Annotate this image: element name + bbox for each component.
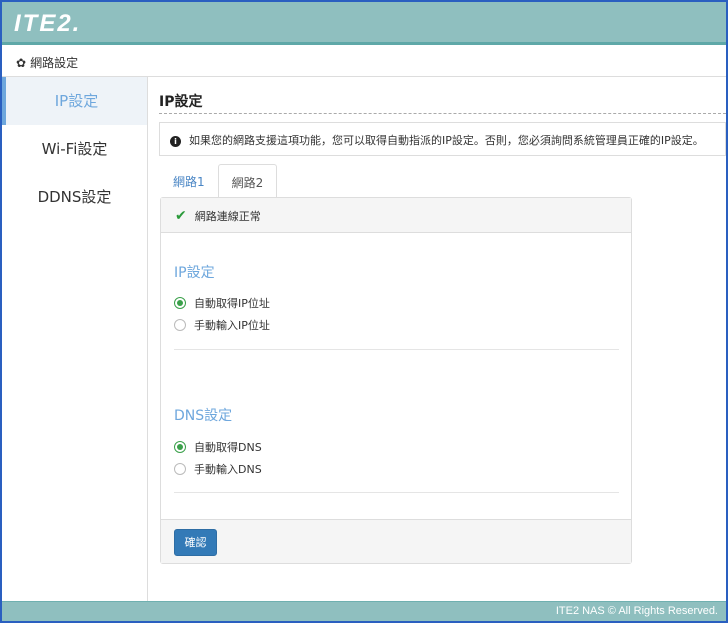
- tab-network-2[interactable]: 網路2: [217, 164, 278, 198]
- confirm-button[interactable]: 確認: [174, 529, 217, 556]
- footer: ITE2 NAS © All Rights Reserved.: [2, 601, 726, 621]
- tab-network-1[interactable]: 網路1: [160, 164, 218, 198]
- radio-ip-manual[interactable]: 手動輸入IP位址: [174, 317, 270, 333]
- radio-label: 自動取得DNS: [194, 441, 262, 454]
- radio-dns-auto[interactable]: 自動取得DNS: [174, 439, 262, 455]
- divider: [159, 113, 726, 114]
- radio-icon[interactable]: [174, 319, 186, 331]
- radio-icon[interactable]: [174, 297, 186, 309]
- network-panel: ✔ 網路連線正常 IP設定 自動取得IP位址 手動輸入IP位址 DNS設定 自動取…: [160, 197, 632, 564]
- info-text: 如果您的網路支援這項功能，您可以取得自動指派的IP設定。否則，您必須詢問系統管理…: [189, 134, 704, 147]
- info-box: i 如果您的網路支援這項功能，您可以取得自動指派的IP設定。否則，您必須詢問系統管…: [159, 122, 726, 156]
- radio-icon[interactable]: [174, 463, 186, 475]
- status-bar: ✔ 網路連線正常: [161, 198, 631, 233]
- dns-section-title: DNS設定: [174, 408, 233, 424]
- sidebar: IP設定 Wi-Fi設定 DDNS設定: [2, 77, 148, 603]
- info-icon: i: [170, 136, 181, 147]
- breadcrumb-label: 網路設定: [30, 56, 79, 70]
- radio-ip-auto[interactable]: 自動取得IP位址: [174, 295, 270, 311]
- radio-label: 自動取得IP位址: [194, 297, 270, 310]
- divider: [174, 492, 619, 493]
- check-icon: ✔: [175, 208, 187, 224]
- radio-icon[interactable]: [174, 441, 186, 453]
- panel-footer: 確認: [161, 519, 631, 563]
- status-text: 網路連線正常: [194, 210, 261, 223]
- divider: [174, 349, 619, 350]
- sidebar-item-wifi[interactable]: Wi-Fi設定: [2, 125, 147, 173]
- breadcrumb: ✿ 網路設定: [2, 46, 726, 77]
- radio-label: 手動輸入IP位址: [194, 319, 270, 332]
- logo: ITE2.: [14, 10, 82, 37]
- ip-section-title: IP設定: [174, 265, 215, 281]
- radio-label: 手動輸入DNS: [194, 463, 262, 476]
- main: IP設定 i 如果您的網路支援這項功能，您可以取得自動指派的IP設定。否則，您必須…: [149, 77, 726, 603]
- sidebar-item-ddns[interactable]: DDNS設定: [2, 173, 147, 221]
- radio-dns-manual[interactable]: 手動輸入DNS: [174, 461, 262, 477]
- tabs: 網路1 網路2: [160, 164, 278, 198]
- page-title: IP設定: [159, 94, 203, 110]
- header: ITE2.: [2, 2, 726, 45]
- gear-icon: ✿: [16, 56, 27, 70]
- sidebar-item-ip[interactable]: IP設定: [2, 77, 147, 125]
